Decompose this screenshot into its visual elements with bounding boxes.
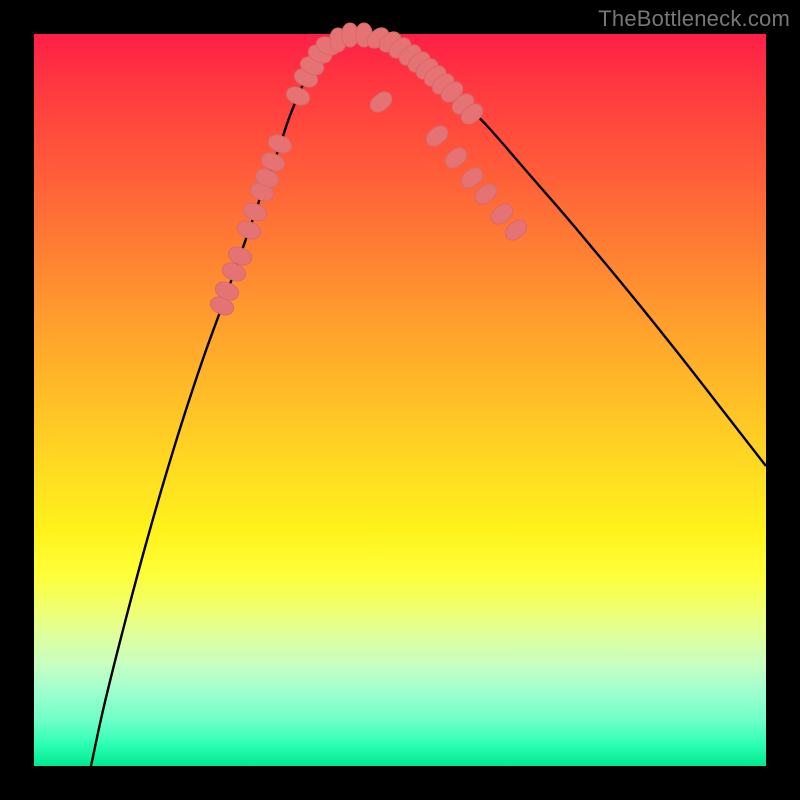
marker-point — [284, 84, 312, 108]
marker-point — [423, 122, 452, 150]
outer-frame: TheBottleneck.com — [0, 0, 800, 800]
marker-points-group — [208, 23, 530, 318]
chart-overlay — [34, 34, 766, 766]
marker-point — [266, 132, 294, 156]
marker-point — [235, 218, 263, 242]
marker-point — [241, 200, 269, 224]
watermark-text: TheBottleneck.com — [598, 6, 790, 32]
marker-point — [367, 88, 396, 116]
marker-point — [442, 144, 471, 172]
